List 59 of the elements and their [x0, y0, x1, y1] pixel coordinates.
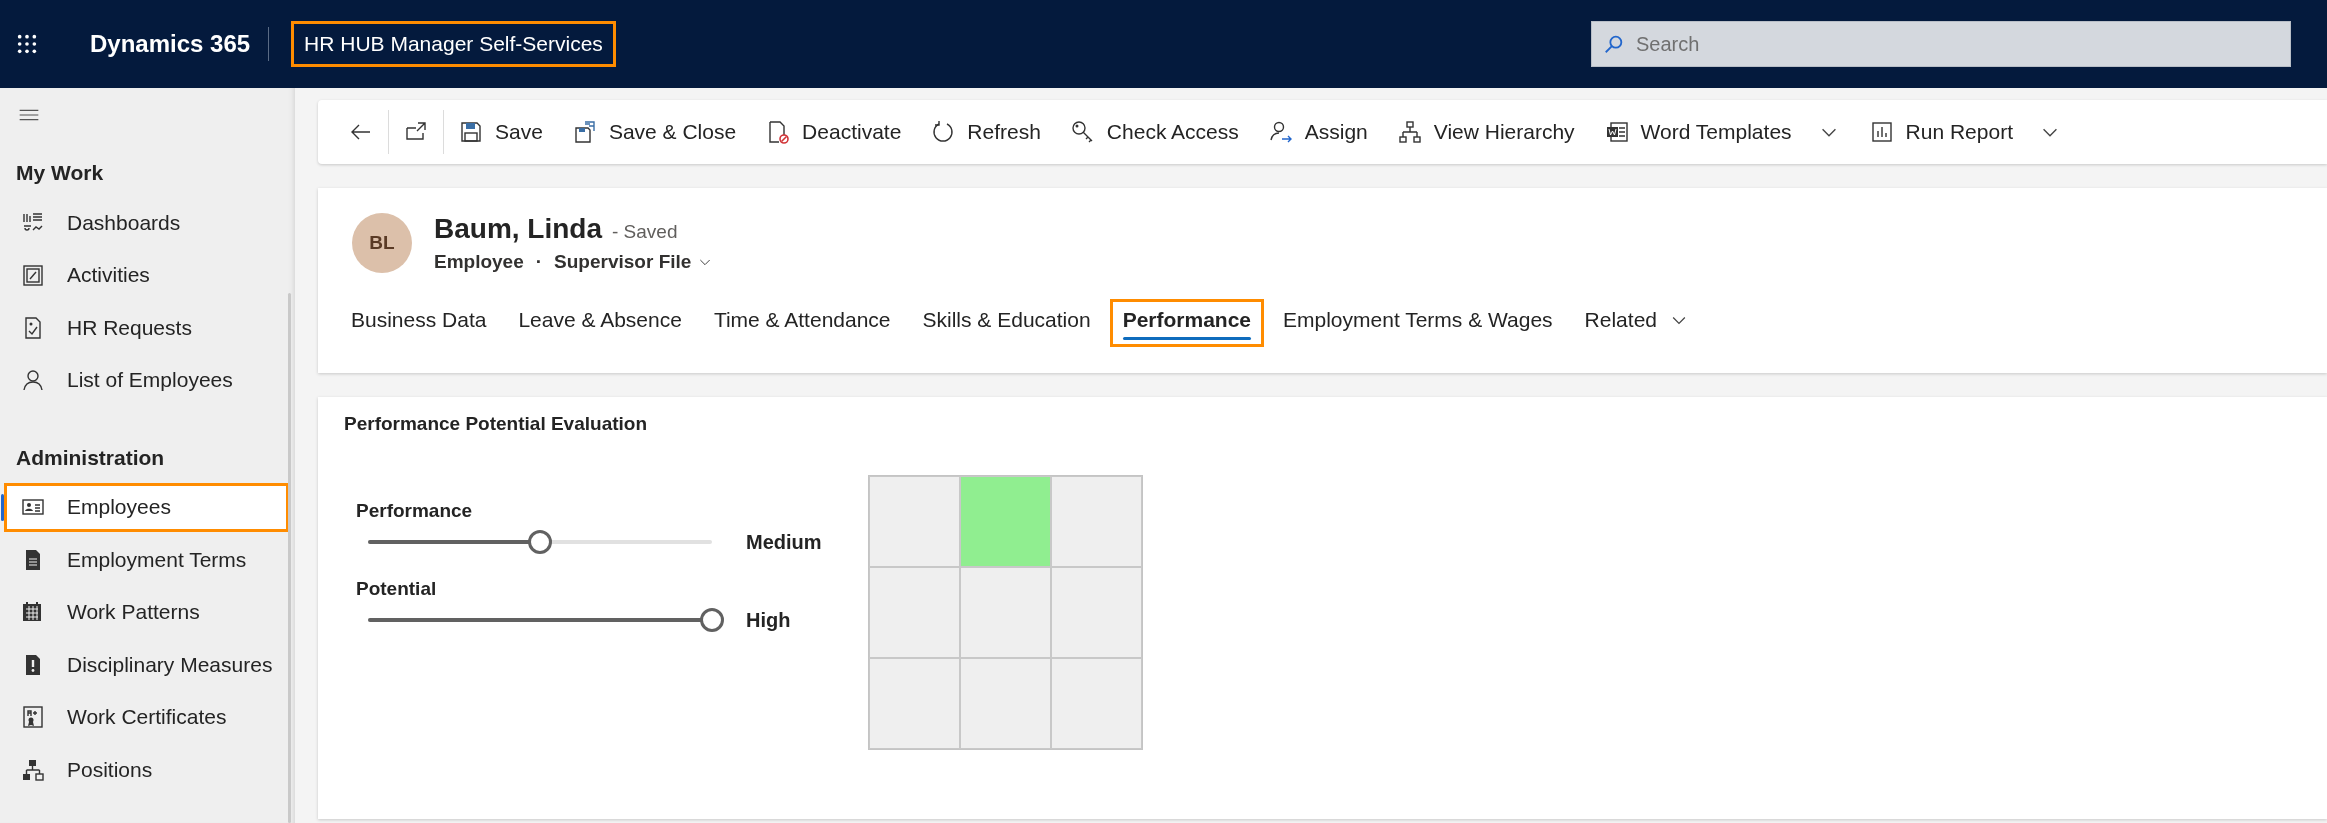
form-selector[interactable]: Supervisor File: [554, 251, 714, 273]
deactivate-icon: [766, 120, 791, 144]
save-status: - Saved: [612, 221, 678, 243]
tab[interactable]: Related: [1571, 299, 1702, 347]
command-button[interactable]: Refresh: [916, 106, 1056, 158]
report-icon: [1869, 120, 1894, 144]
app-name[interactable]: Dynamics 365: [60, 27, 270, 61]
hierarchy-icon: [1397, 120, 1422, 144]
save-close-icon: [572, 120, 597, 144]
avatar: BL: [352, 213, 412, 273]
key-icon: [1070, 120, 1095, 144]
nav-item[interactable]: List of Employees: [4, 355, 289, 405]
refresh-icon: [931, 120, 956, 144]
certificate-icon: [21, 705, 45, 729]
word-document-icon: [1604, 120, 1629, 144]
slider-value: Medium: [746, 530, 822, 554]
command-button[interactable]: Assign: [1253, 106, 1383, 158]
nav-section-title: Administration: [15, 444, 166, 471]
command-button[interactable]: Word Templates: [1589, 106, 1855, 158]
nav-item[interactable]: Work Certificates: [4, 692, 289, 742]
tab[interactable]: Skills & Education: [909, 299, 1104, 347]
nav-item[interactable]: Activities: [4, 250, 289, 300]
tab[interactable]: Performance: [1109, 299, 1264, 347]
entity-name: Employee: [434, 251, 524, 273]
nav-item[interactable]: Dashboards: [4, 198, 289, 247]
nav-item[interactable]: HR Requests: [4, 303, 289, 352]
tab[interactable]: Leave & Absence: [505, 299, 695, 347]
nav-item[interactable]: Positions: [4, 745, 289, 794]
slider-thumb[interactable]: [528, 530, 552, 554]
record-name: Baum, Linda: [434, 213, 602, 245]
person-icon: [21, 368, 45, 392]
nav-item[interactable]: Employment Terms: [4, 535, 289, 584]
save-icon: [459, 120, 483, 144]
command-button[interactable]: Deactivate: [751, 106, 917, 158]
separator-dot: ·: [535, 251, 543, 273]
slider-thumb[interactable]: [700, 608, 724, 632]
nav-item[interactable]: Work Patterns: [4, 587, 289, 637]
command-button[interactable]: Save: [444, 106, 558, 158]
app-launcher-icon[interactable]: [16, 33, 38, 55]
tab[interactable]: Employment Terms & Wages: [1270, 299, 1566, 347]
person-arrow-icon: [1268, 120, 1293, 144]
clipboard-icon: [21, 263, 45, 287]
command-button[interactable]: View Hierarchy: [1382, 106, 1590, 158]
search-field[interactable]: Search: [1591, 21, 2291, 67]
command-button[interactable]: Check Access: [1055, 106, 1254, 158]
slider-value: High: [746, 608, 791, 632]
search-icon: [1603, 33, 1625, 55]
tab[interactable]: Time & Attendance: [700, 299, 904, 347]
tab[interactable]: Business Data: [338, 299, 500, 347]
section-title: Performance Potential Evaluation: [344, 413, 649, 435]
nav-section-title: My Work: [15, 160, 105, 186]
command-button[interactable]: Run Report: [1854, 106, 2076, 158]
slider-label: Performance: [356, 499, 474, 523]
app-title: HR HUB Manager Self-Services: [291, 21, 616, 67]
nav-item[interactable]: Employees: [4, 482, 289, 532]
slider-label: Potential: [356, 577, 438, 601]
hierarchy-icon: [21, 757, 45, 782]
nav-item[interactable]: Disciplinary Measures: [4, 640, 289, 689]
command-button[interactable]: Save & Close: [557, 106, 752, 158]
